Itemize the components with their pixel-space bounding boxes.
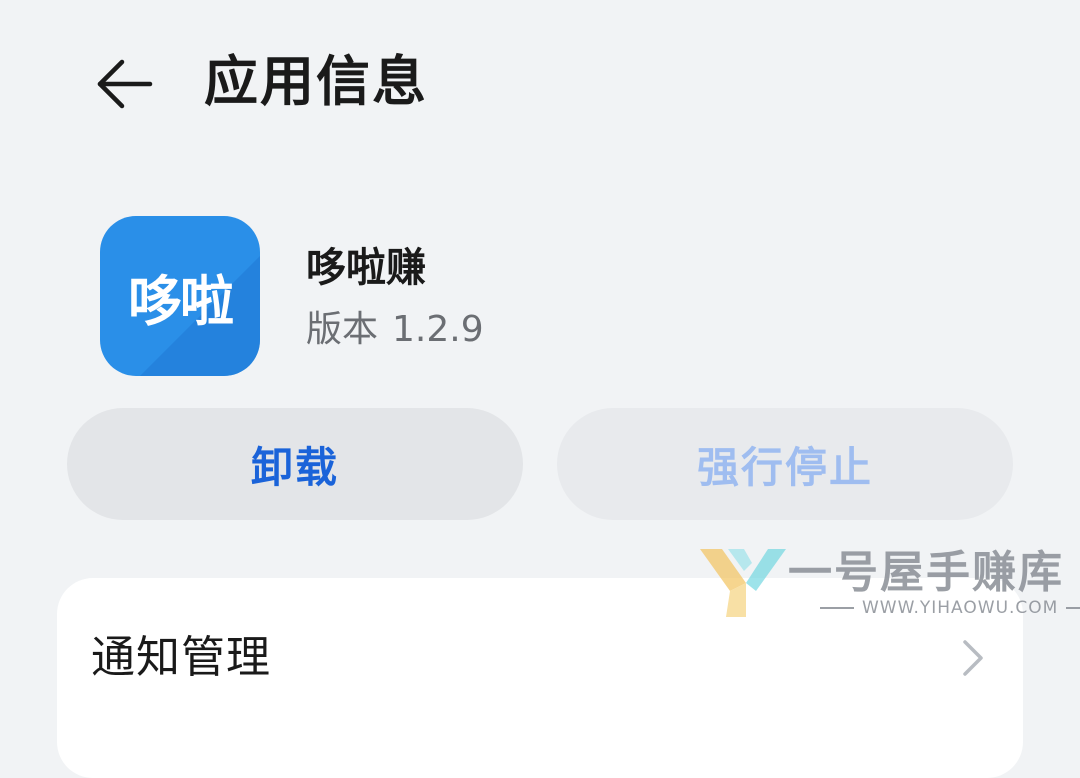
version-label: 版本 [306,309,379,350]
arrow-left-icon [97,59,153,109]
settings-item-label: 通知管理 [91,632,271,683]
app-icon-text: 哆啦 [128,269,234,333]
app-bar: 应用信息 [0,0,1080,170]
force-stop-button[interactable]: 强行停止 [557,408,1013,520]
back-button[interactable] [88,48,160,120]
watermark: 一号屋手赚库 WWW.YIHAOWU.COM [700,545,1080,625]
page-title: 应用信息 [204,50,428,113]
version-value: 1.2.9 [392,309,484,350]
watermark-logo-icon [700,549,786,617]
watermark-url-text: WWW.YIHAOWU.COM [862,598,1059,618]
watermark-name: 一号屋手赚库 [788,547,1064,598]
chevron-right-icon [963,640,983,676]
uninstall-button[interactable]: 卸载 [67,408,523,520]
watermark-url: WWW.YIHAOWU.COM [812,597,1080,619]
app-icon: 哆啦 [100,216,260,376]
app-name: 哆啦赚 [306,245,426,291]
app-version: 版本 1.2.9 [306,304,484,356]
